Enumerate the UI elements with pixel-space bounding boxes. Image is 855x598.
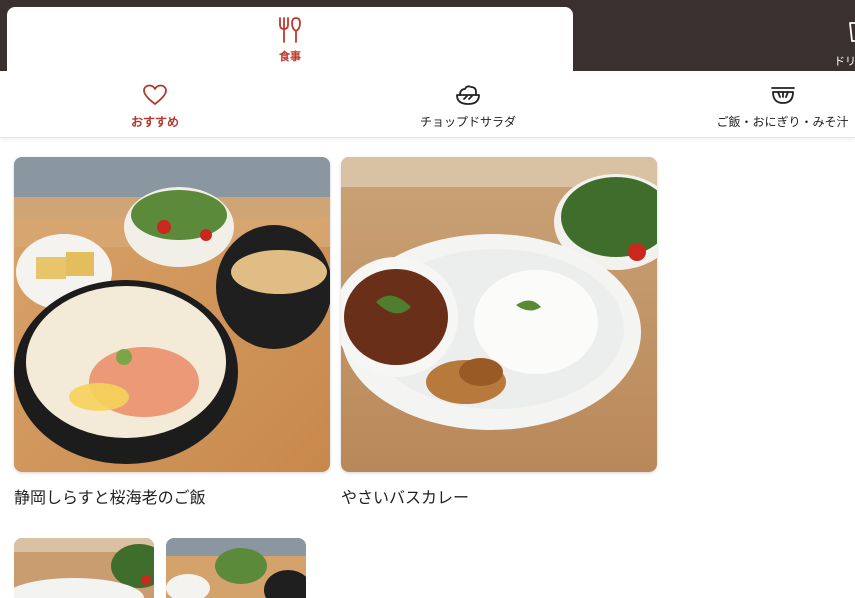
tab-meal-label: 食事 [279,50,301,63]
menu-card-thumbnail[interactable] [14,538,154,598]
salad-bowl-icon [456,85,480,105]
menu-card[interactable]: やさいバスカレー [341,157,657,508]
top-tab-bar: 食事 ドリ [0,0,855,71]
category-recommended-label: おすすめ [130,115,179,129]
fork-knife-icon [279,17,301,43]
tab-drink[interactable]: ドリ [820,7,855,71]
rice-bowl-icon [770,87,795,104]
food-photo-image [166,538,306,598]
shirasu-rice-set-photo[interactable] [14,157,330,472]
menu-card-thumbnail[interactable] [166,538,306,598]
cup-icon [849,22,855,42]
heart-icon [143,84,167,105]
category-rice-onigiri-miso[interactable]: ご飯・おにぎり・みそ汁 [710,71,855,137]
menu-card[interactable]: 静岡しらすと桜海老のご飯 [14,157,330,508]
category-recommended[interactable]: おすすめ [110,71,200,137]
category-rice-onigiri-miso-label: ご飯・おにぎり・みそ汁 [716,115,849,129]
category-chopped-salad[interactable]: チョップドサラダ [408,71,528,137]
menu-item-name: 静岡しらすと桜海老のご飯 [14,488,206,507]
vegetable-curry-photo[interactable] [341,157,657,472]
food-photo-image [14,157,330,472]
food-photo-image [341,157,657,472]
food-photo-image [14,538,154,598]
tab-meal[interactable]: 食事 [7,7,573,71]
category-chopped-salad-label: チョップドサラダ [419,115,516,129]
menu-item-name: やさいバスカレー [341,488,470,507]
category-bar: おすすめ チョップドサラダ ご飯・おにぎり・みそ汁 [0,71,855,138]
tab-drink-label: ドリ [834,55,855,68]
